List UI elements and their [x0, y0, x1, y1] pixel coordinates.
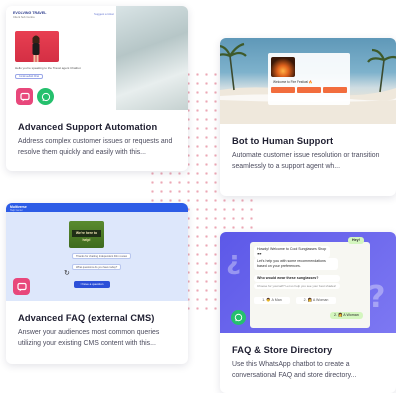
chat-bubble-icon	[16, 88, 33, 105]
template-card-faq-store-directory[interactable]: ¿ ? ? Howdy! Welcome to Cool Sunglasses …	[220, 232, 396, 393]
whatsapp-chat-preview: Howdy! Welcome to Cool Sunglasses Shop 🕶…	[250, 242, 370, 328]
option-man: 1. 👨 A Man	[254, 297, 290, 304]
chat-bubble-icon	[13, 278, 30, 295]
brand-subtitle: Client hub Centre	[13, 15, 35, 19]
bot-welcome-panel: Welcome to Fire Festival 🔥	[268, 53, 350, 105]
person-figure	[32, 35, 40, 62]
agent-photo	[15, 31, 59, 62]
question-message: Who would wear these sunglasses?	[254, 275, 340, 282]
quick-reply-1	[271, 87, 295, 93]
question-mark-decoration: ¿	[226, 246, 242, 276]
question-subtext: Choose for yourself? Let us help you see…	[254, 283, 340, 289]
welcome-text: Welcome to Fire Festival 🔥	[273, 80, 313, 84]
question-button: I have a question	[74, 281, 110, 288]
help-banner-image: We're here to help!	[69, 221, 104, 248]
question-mark-decoration: ?	[368, 280, 386, 315]
hey-bubble: Hey!	[348, 237, 364, 244]
option-woman: 2. 👩 A Woman	[296, 297, 336, 304]
top-link: Suggest a ticket	[94, 12, 114, 16]
card-title: Advanced FAQ (external CMS)	[18, 313, 155, 323]
brand-subtitle: Help Center	[10, 208, 23, 212]
help-message: Let's help you with some recommendations…	[254, 258, 338, 270]
quick-reply-2	[297, 87, 321, 93]
whatsapp-icon	[231, 310, 246, 325]
user-reply: 2. 👩 A Woman	[330, 312, 363, 319]
card-description: Address complex customer issues or reque…	[18, 138, 173, 156]
card-description: Automate customer issue resolution or tr…	[232, 152, 380, 170]
card-thumbnail: Welcome to Fire Festival 🔥	[220, 38, 396, 124]
card-title: Advanced Support Automation	[18, 122, 158, 132]
card-description: Answer your audiences most common querie…	[18, 329, 160, 347]
card-thumbnail: ¿ ? ? Howdy! Welcome to Cool Sunglasses …	[220, 232, 396, 333]
card-title: FAQ & Store Directory	[232, 345, 333, 355]
whatsapp-icon	[37, 88, 54, 105]
bot-message-1: Thanks for chatting Independent Film rev…	[72, 253, 132, 259]
background-photo	[116, 6, 188, 110]
banner-label: We're here to help!	[72, 230, 101, 242]
bot-message-2: What questions do you have today?	[72, 264, 122, 270]
quick-reply-buttons	[271, 87, 347, 93]
card-thumbnail: EVOLVING TRAVEL Client hub Centre Sugges…	[6, 6, 188, 110]
template-card-advanced-support-automation[interactable]: EVOLVING TRAVEL Client hub Centre Sugges…	[6, 6, 188, 171]
template-card-advanced-faq[interactable]: Multiverse Help Center We're here to hel…	[6, 203, 188, 364]
card-thumbnail: Multiverse Help Center We're here to hel…	[6, 203, 188, 301]
chat-message: Hello you're speaking to the Travel agen…	[15, 66, 81, 70]
template-card-bot-to-human-support[interactable]: Welcome to Fire Festival 🔥 Bot to Human …	[220, 38, 396, 196]
welcome-message: Howdy! Welcome to Cool Sunglasses Shop 🕶	[254, 246, 330, 258]
chat-continue-button: Continue/Exit Chat	[15, 74, 43, 79]
cursor-icon: ↻	[64, 270, 70, 277]
chat-widget-preview: EVOLVING TRAVEL Client hub Centre Sugges…	[6, 6, 116, 110]
card-title: Bot to Human Support	[232, 136, 334, 146]
quick-reply-3	[323, 87, 347, 93]
header-bar: Multiverse Help Center	[6, 203, 188, 212]
fire-photo	[271, 57, 295, 77]
card-description: Use this WhatsApp chatbot to create a co…	[232, 361, 357, 379]
